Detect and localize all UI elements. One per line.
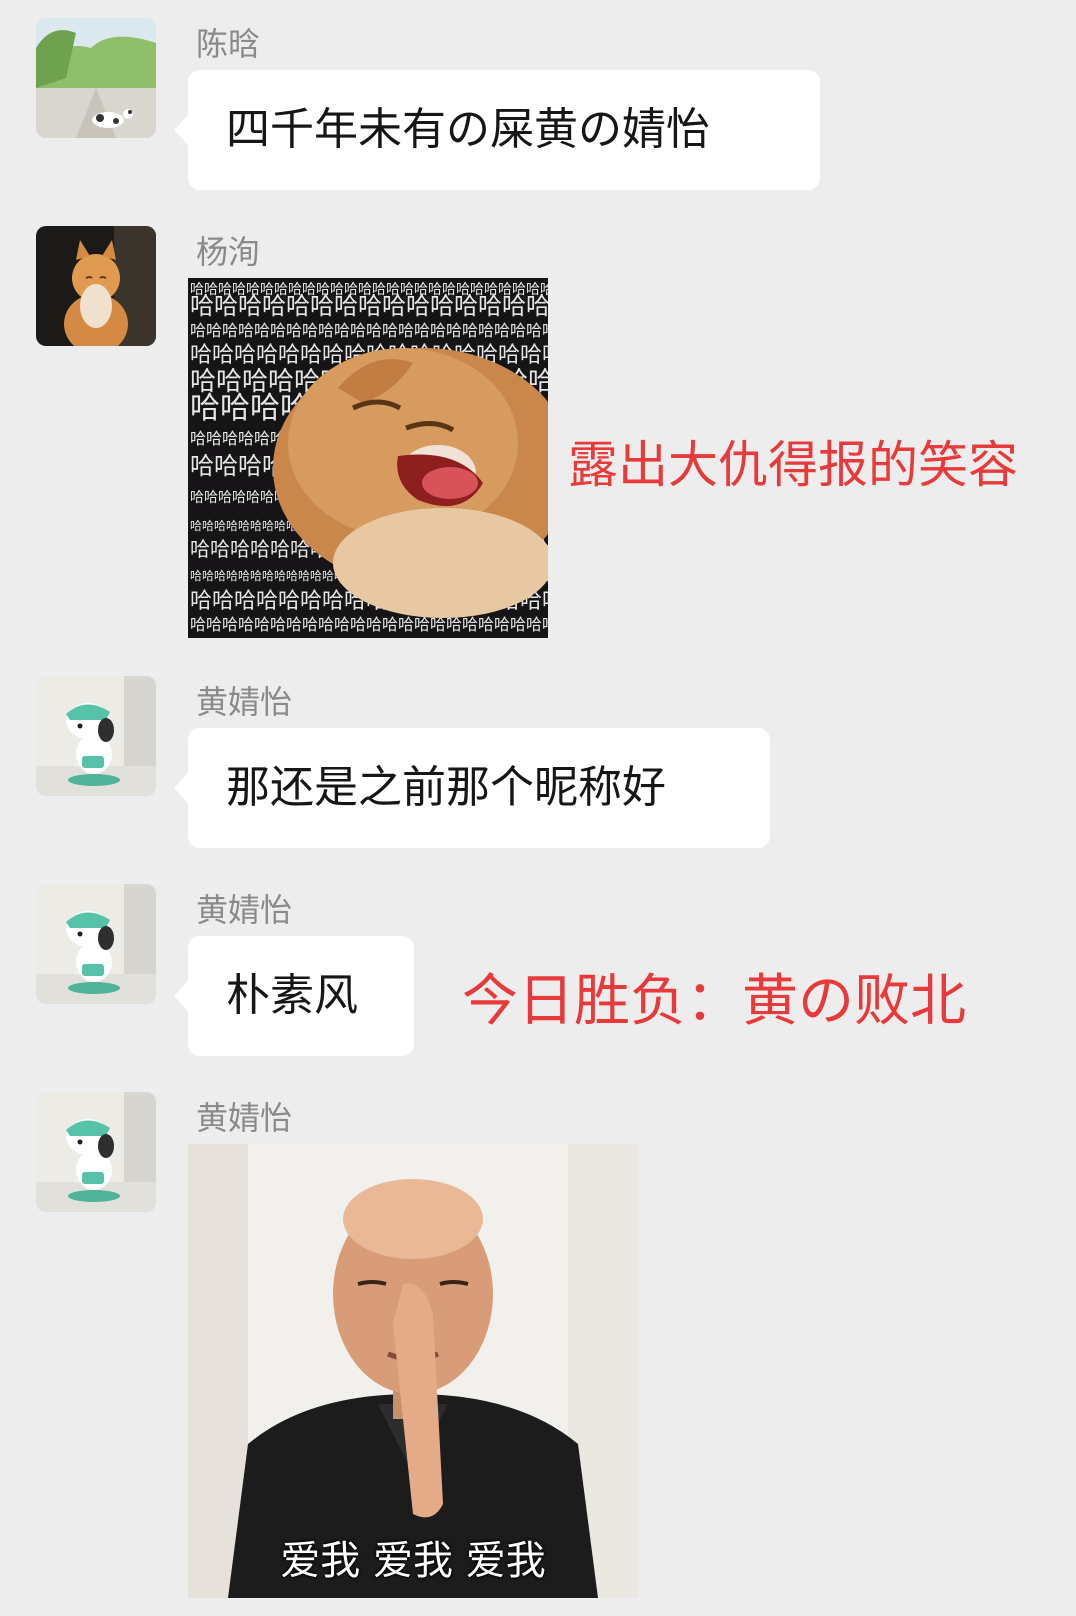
sender-name: 杨洵 (196, 233, 261, 271)
pochacco-avatar-icon (36, 1092, 156, 1212)
avatar-chenhan[interactable] (36, 18, 156, 138)
avatar-huangjingyi[interactable] (36, 884, 156, 1004)
pochacco-avatar-icon (36, 676, 156, 796)
annotation-caption: 今日胜负：黄の败北 (462, 969, 966, 1034)
garden-cat-avatar-icon (36, 18, 156, 138)
annotation-caption: 露出大仇得报的笑容 (568, 436, 1018, 494)
orange-cat-avatar-icon (36, 226, 156, 346)
message-bubble[interactable]: 那还是之前那个昵称好 (174, 728, 770, 848)
message-text: 朴素风 (226, 970, 358, 1021)
sticker-image[interactable]: 哈哈哈哈哈哈哈哈哈哈哈哈哈哈哈哈哈哈哈哈哈哈哈哈哈哈哈 哈哈哈哈哈哈哈哈哈哈哈哈哈… (188, 278, 548, 638)
avatar-huangjingyi[interactable] (36, 676, 156, 796)
avatar-huangjingyi[interactable] (36, 1092, 156, 1212)
sender-name: 陈晗 (196, 25, 261, 63)
message-text: 那还是之前那个昵称好 (226, 762, 666, 813)
haha-text: 哈哈哈哈哈哈哈哈哈哈哈哈哈哈哈哈 (190, 292, 548, 320)
sticker-image[interactable]: 爱我 爱我 爱我 (188, 1144, 638, 1598)
haha-text: 哈哈哈哈哈哈哈哈哈哈哈哈哈哈哈哈哈哈哈哈哈哈哈哈 (190, 615, 548, 634)
avatar-yangxun[interactable] (36, 226, 156, 346)
message-bubble[interactable]: 四千年未有の屎黄の婧怡 (174, 70, 820, 190)
message-text: 四千年未有の屎黄の婧怡 (226, 104, 710, 155)
sender-name: 黄婧怡 (196, 1099, 293, 1137)
pochacco-avatar-icon (36, 884, 156, 1004)
sticker-caption: 爱我 爱我 爱我 (280, 1538, 546, 1584)
message-bubble[interactable]: 朴素风 (174, 936, 414, 1056)
laughing-cat-haha-sticker-icon: 哈哈哈哈哈哈哈哈哈哈哈哈哈哈哈哈哈哈哈哈哈哈哈哈哈哈哈哈哈哈哈哈哈哈哈哈哈哈哈哈… (188, 278, 548, 638)
sender-name: 黄婧怡 (196, 683, 293, 721)
sender-name: 黄婧怡 (196, 891, 293, 929)
haha-text: 哈哈哈哈哈哈哈哈哈哈哈哈哈哈哈哈哈哈哈哈哈哈哈哈 (190, 321, 548, 340)
